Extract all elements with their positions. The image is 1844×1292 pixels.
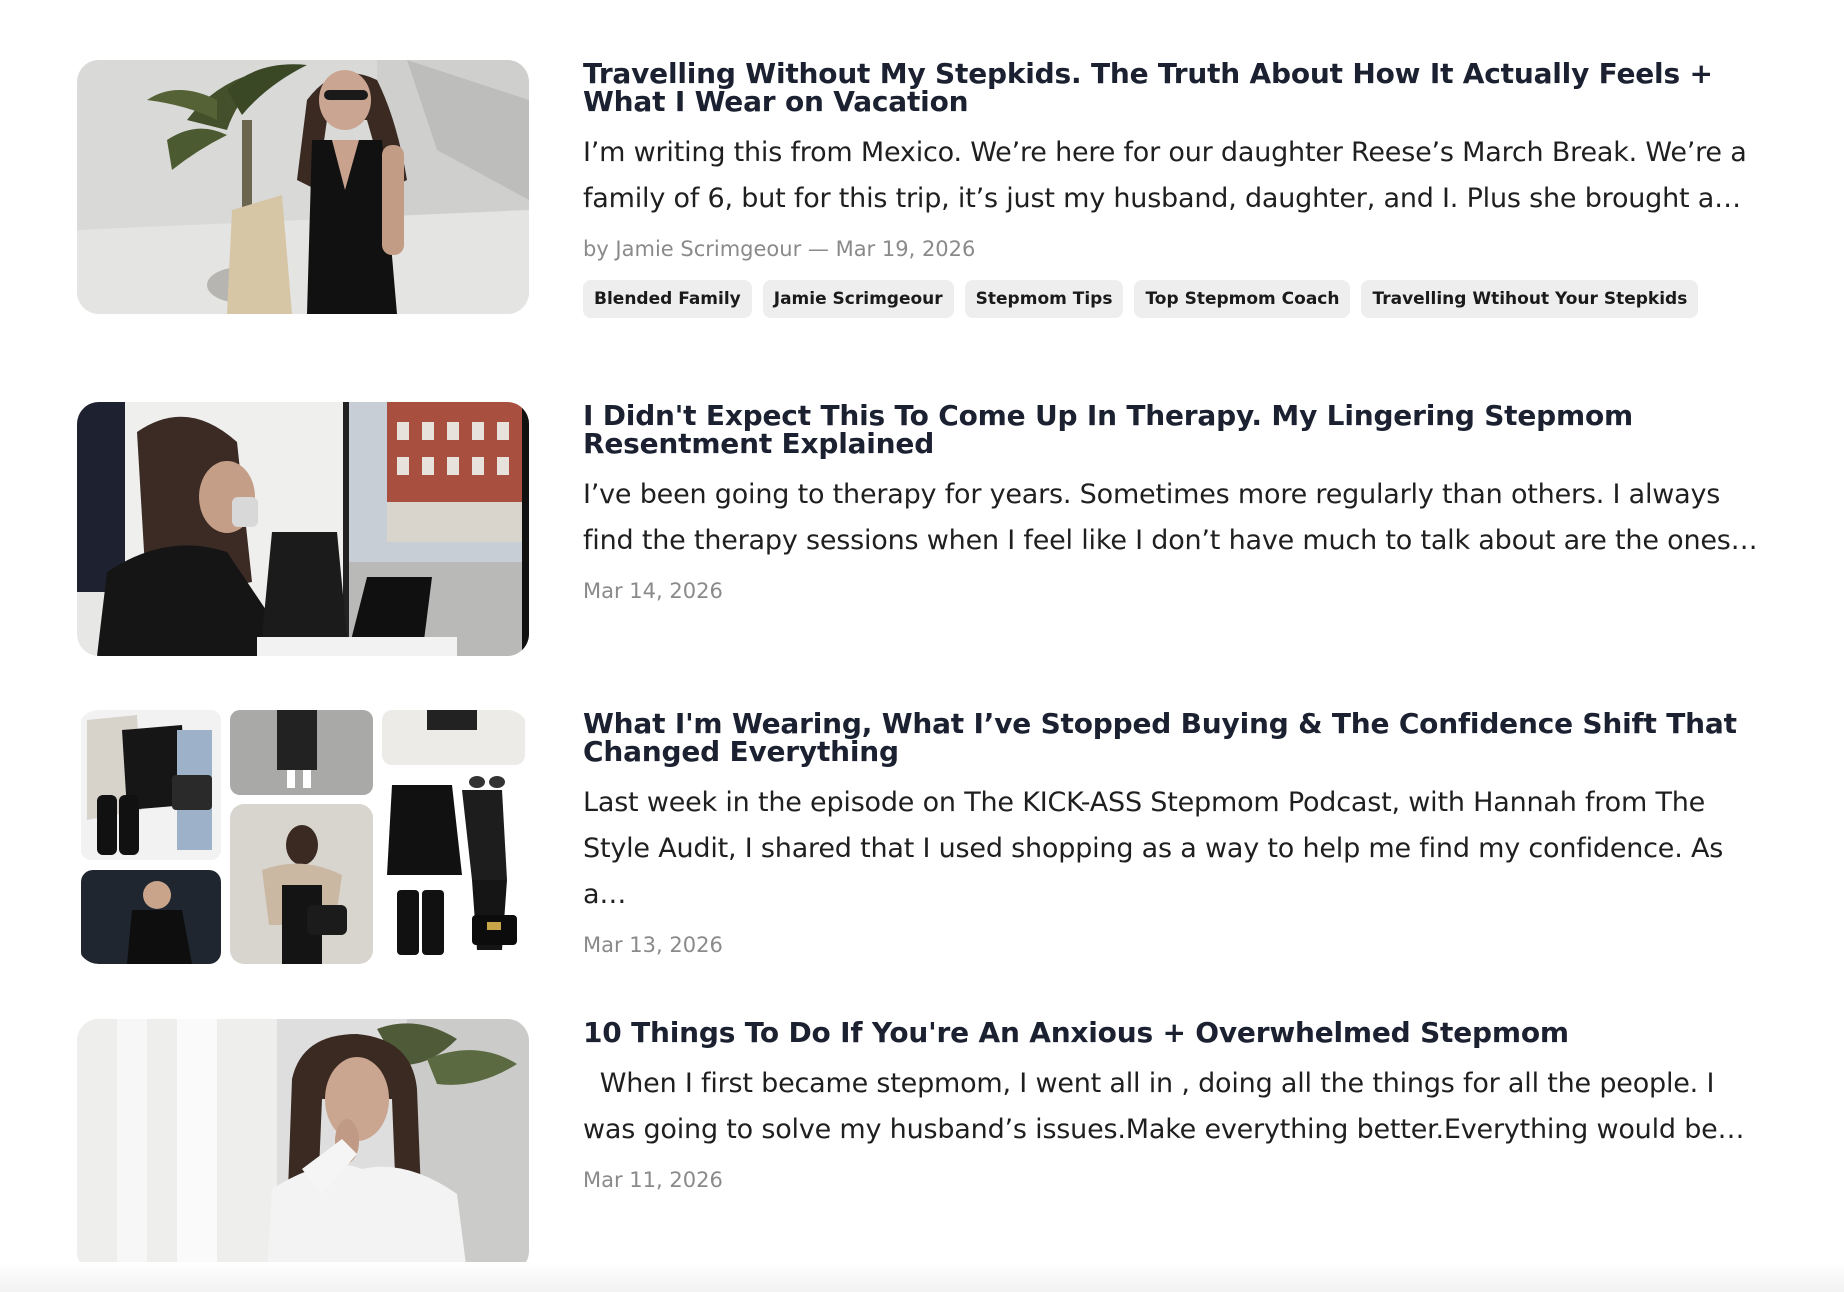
post-body: Travelling Without My Stepkids. The Trut… — [583, 60, 1773, 318]
tag-stepmom-tips[interactable]: Stepmom Tips — [964, 280, 1124, 318]
post-body: 10 Things To Do If You're An Anxious + O… — [583, 1019, 1773, 1195]
post-thumbnail[interactable] — [77, 710, 529, 964]
post-title[interactable]: What I'm Wearing, What I’ve Stopped Buyi… — [583, 710, 1773, 766]
post-meta: Mar 11, 2026 — [583, 1168, 723, 1192]
post-meta: Mar 13, 2026 — [583, 933, 723, 957]
post-meta: Mar 14, 2026 — [583, 579, 723, 603]
tag-travelling-without-stepkids[interactable]: Travelling Wtihout Your Stepkids — [1361, 280, 1699, 318]
tag-blended-family[interactable]: Blended Family — [583, 280, 752, 318]
post-excerpt: When I first became stepmom, I went all … — [583, 1068, 1745, 1145]
post-thumbnail[interactable] — [77, 60, 529, 314]
post-excerpt: I’ve been going to therapy for years. So… — [583, 479, 1758, 556]
post-thumbnail[interactable] — [77, 402, 529, 656]
bottom-fade — [0, 1262, 1844, 1292]
post-body: I Didn't Expect This To Come Up In Thera… — [583, 402, 1773, 606]
tag-jamie-scrimgeour[interactable]: Jamie Scrimgeour — [762, 280, 954, 318]
post-title[interactable]: I Didn't Expect This To Come Up In Thera… — [583, 402, 1773, 458]
tag-top-stepmom-coach[interactable]: Top Stepmom Coach — [1134, 280, 1351, 318]
woman-palm-tree-photo — [77, 60, 529, 314]
woman-coffee-window-photo — [77, 402, 529, 656]
woman-thinking-portrait-photo — [77, 1019, 529, 1273]
post-title[interactable]: 10 Things To Do If You're An Anxious + O… — [583, 1019, 1773, 1047]
post-meta: by Jamie Scrimgeour — Mar 19, 2026 — [583, 237, 976, 261]
blog-post-list: Travelling Without My Stepkids. The Trut… — [0, 0, 1844, 1292]
post-thumbnail[interactable] — [77, 1019, 529, 1273]
post-excerpt: Last week in the episode on The KICK-ASS… — [583, 787, 1724, 910]
post-tags: Blended Family Jamie Scrimgeour Stepmom … — [583, 280, 1773, 318]
outfit-collage-photo — [77, 710, 529, 964]
post-excerpt: I’m writing this from Mexico. We’re here… — [583, 137, 1747, 214]
post-title[interactable]: Travelling Without My Stepkids. The Trut… — [583, 60, 1773, 116]
post-body: What I'm Wearing, What I’ve Stopped Buyi… — [583, 710, 1773, 960]
